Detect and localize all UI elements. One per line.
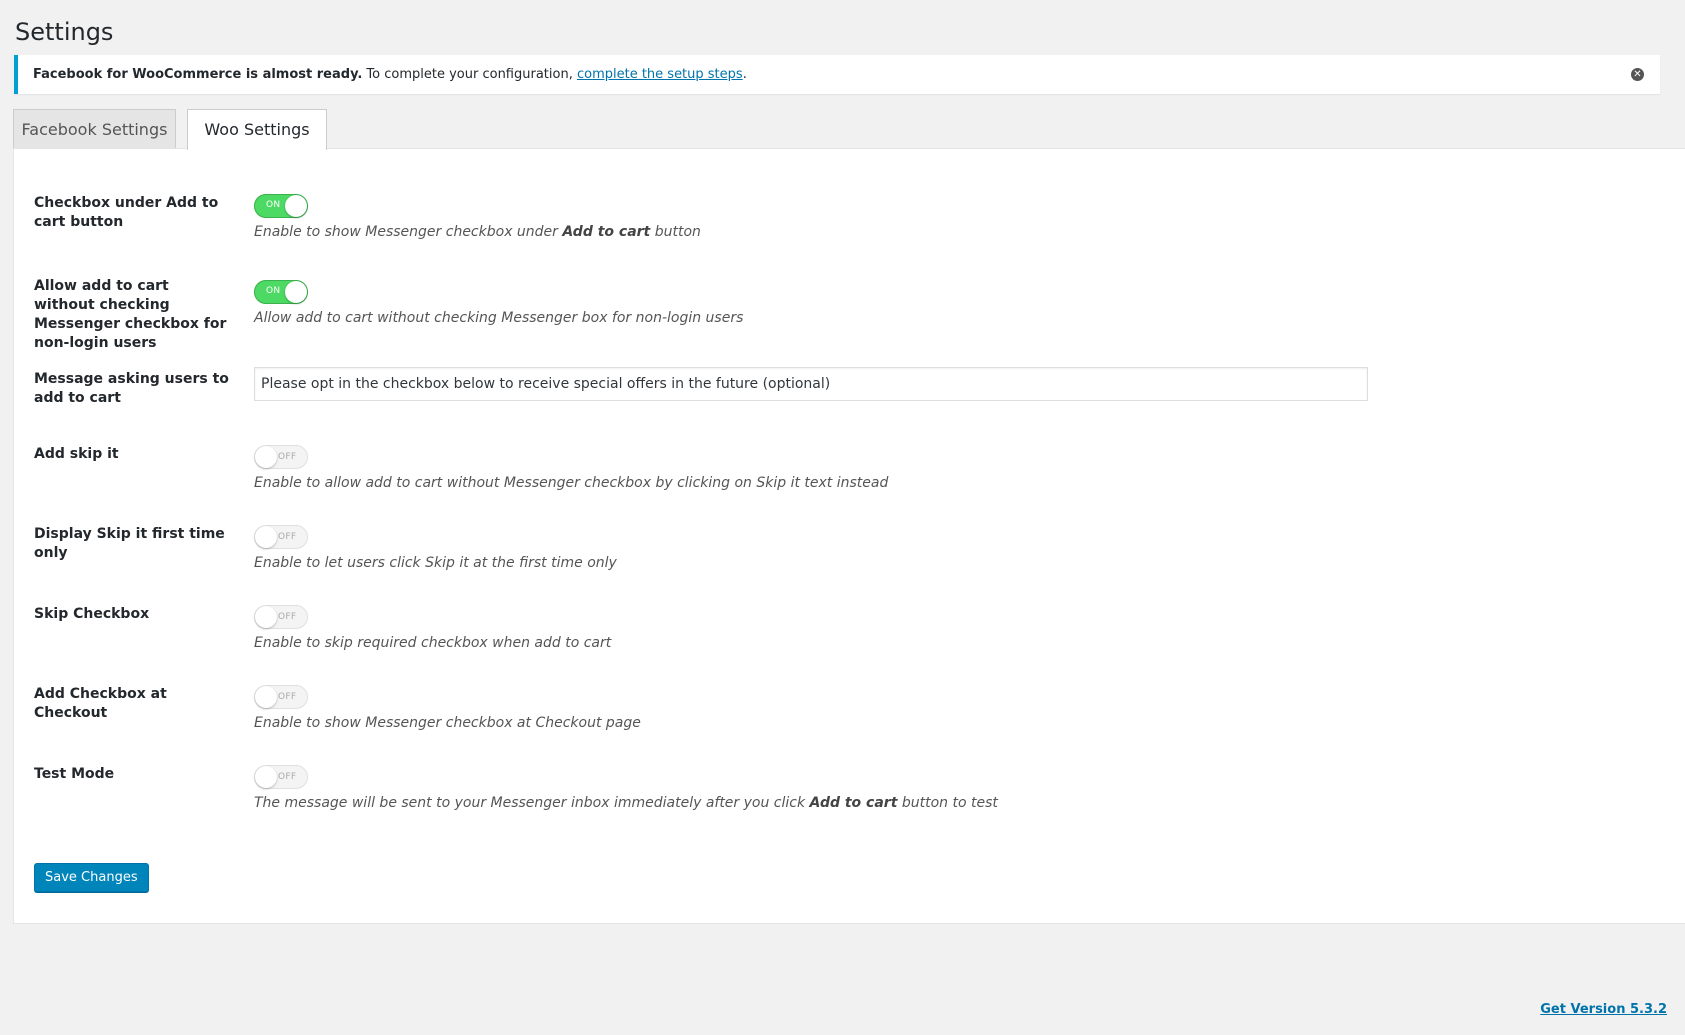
setting-description: Enable to let users click Skip it at the… [254,555,617,571]
setting-description: Enable to show Messenger checkbox at Che… [254,715,641,731]
add-skip-it-toggle[interactable]: OFF [254,445,308,469]
toggle-state: OFF [278,452,297,462]
skip-checkbox-toggle[interactable]: OFF [254,605,308,629]
setting-description: Enable to skip required checkbox when ad… [254,635,612,651]
notice-tail: . [742,67,747,82]
checkbox-under-cart-toggle[interactable]: ON [254,194,308,218]
toggle-state: ON [266,200,281,210]
message-text-input[interactable] [254,367,1368,401]
setting-label: Checkbox under Add to cart button [34,195,219,230]
skip-first-time-toggle[interactable]: OFF [254,525,308,549]
dismiss-notice-icon[interactable]: ✕ [1631,68,1644,81]
toggle-state: OFF [278,772,297,782]
page-title: Settings [15,18,114,46]
setup-steps-link[interactable]: complete the setup steps [577,67,743,82]
notice-text: To complete your configuration, [362,67,577,82]
setting-label: Add Checkbox at Checkout [34,686,167,721]
toggle-state: OFF [278,612,297,622]
setting-description: Enable to allow add to cart without Mess… [254,475,889,491]
test-mode-toggle[interactable]: OFF [254,765,308,789]
toggle-knob [255,686,277,708]
toggle-state: OFF [278,532,297,542]
toggle-knob [255,606,277,628]
setting-label: Test Mode [34,766,115,782]
toggle-state: OFF [278,692,297,702]
notice-lead: Facebook for WooCommerce is almost ready… [33,67,363,82]
toggle-knob [255,526,277,548]
setting-description: The message will be sent to your Messeng… [254,795,998,811]
setting-label: Allow add to cart without checking Messe… [34,278,227,351]
setting-label: Skip Checkbox [34,606,150,622]
setting-label: Add skip it [34,446,119,462]
setting-label: Display Skip it first time only [34,526,225,561]
toggle-knob [285,195,307,217]
setting-label: Message asking users to add to cart [34,371,229,406]
checkbox-at-checkout-toggle[interactable]: OFF [254,685,308,709]
tab-facebook-settings[interactable]: Facebook Settings [13,109,176,148]
setting-description: Allow add to cart without checking Messe… [254,310,744,326]
save-changes-button[interactable]: Save Changes [34,863,149,892]
toggle-knob [255,766,277,788]
woo-settings-panel: Checkbox under Add to cart button ON Ena… [13,148,1685,924]
get-version-link[interactable]: Get Version 5.3.2 [1540,1002,1667,1017]
tab-woo-settings[interactable]: Woo Settings [187,109,327,150]
setup-notice: Facebook for WooCommerce is almost ready… [14,55,1660,94]
toggle-knob [255,446,277,468]
allow-without-checkbox-toggle[interactable]: ON [254,280,308,304]
setting-description: Enable to show Messenger checkbox under … [254,224,701,240]
toggle-knob [285,281,307,303]
toggle-state: ON [266,286,281,296]
